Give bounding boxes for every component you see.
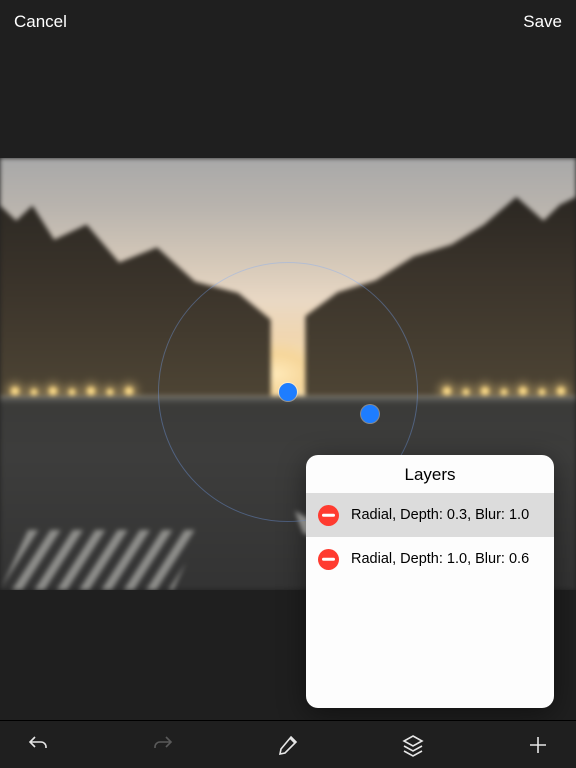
plus-icon — [526, 733, 550, 757]
redo-button[interactable] — [145, 727, 181, 763]
layers-icon — [401, 733, 425, 757]
brush-button[interactable] — [270, 727, 306, 763]
delete-layer-icon[interactable] — [318, 549, 339, 570]
popover-title: Layers — [306, 455, 554, 493]
layer-row[interactable]: Radial, Depth: 0.3, Blur: 1.0 — [306, 493, 554, 537]
popover-arrow — [454, 707, 474, 708]
undo-icon — [26, 733, 50, 757]
delete-layer-icon[interactable] — [318, 505, 339, 526]
layer-label: Radial, Depth: 0.3, Blur: 1.0 — [351, 507, 529, 523]
radial-center-handle[interactable] — [279, 383, 297, 401]
bottom-toolbar — [0, 720, 576, 768]
layer-label: Radial, Depth: 1.0, Blur: 0.6 — [351, 551, 529, 567]
save-button[interactable]: Save — [523, 12, 562, 32]
add-button[interactable] — [520, 727, 556, 763]
redo-icon — [151, 733, 175, 757]
cancel-button[interactable]: Cancel — [14, 12, 67, 32]
radial-edge-handle[interactable] — [361, 405, 379, 423]
brush-icon — [276, 733, 300, 757]
layers-button[interactable] — [395, 727, 431, 763]
undo-button[interactable] — [20, 727, 56, 763]
layers-popover: Layers Radial, Depth: 0.3, Blur: 1.0 Rad… — [306, 455, 554, 708]
layer-row[interactable]: Radial, Depth: 1.0, Blur: 0.6 — [306, 537, 554, 581]
top-bar: Cancel Save — [0, 0, 576, 44]
